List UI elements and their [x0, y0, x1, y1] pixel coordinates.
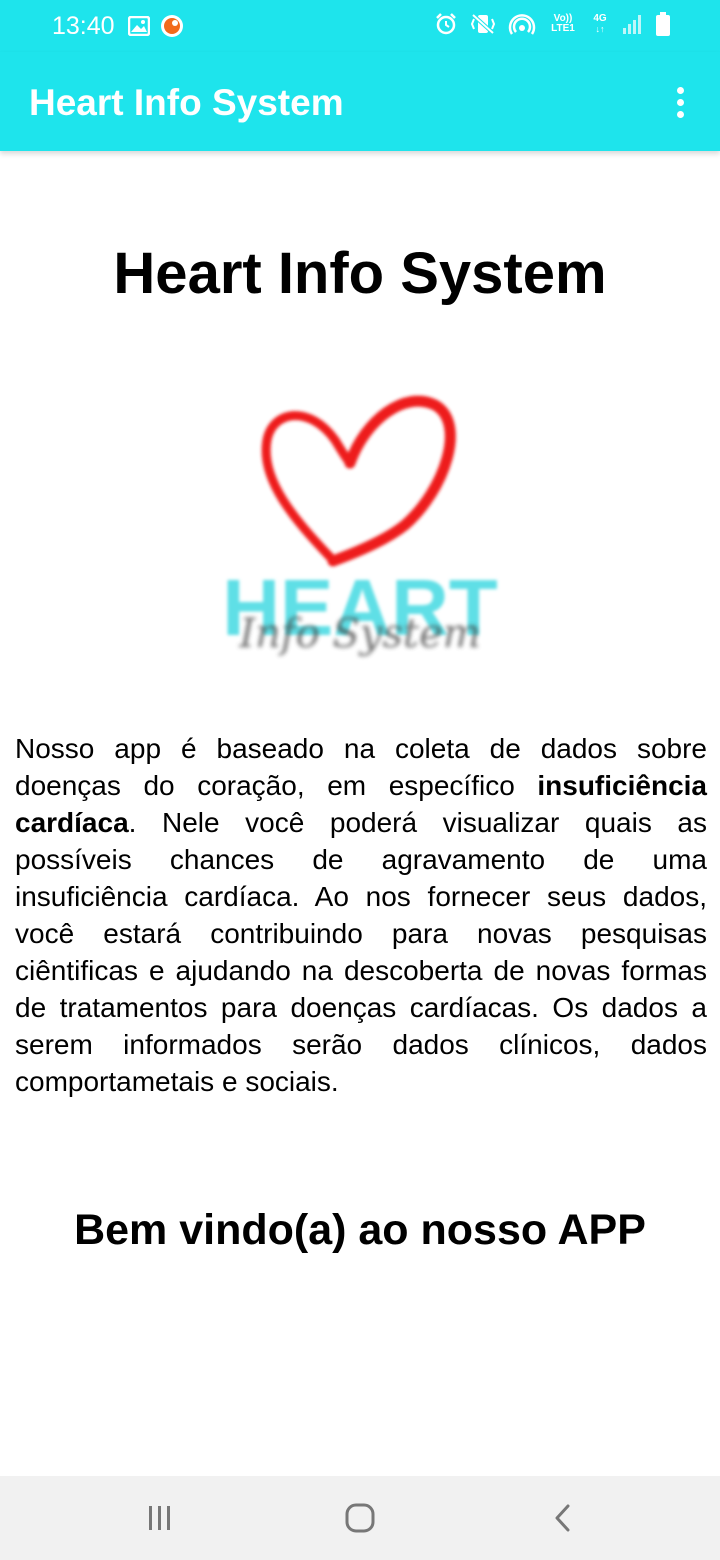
- recent-apps-icon: [149, 1506, 170, 1530]
- battery-icon: [656, 12, 670, 36]
- more-vert-icon[interactable]: [662, 80, 698, 124]
- image-icon: [128, 16, 150, 36]
- 4g-icon: 4G ↓↑: [593, 13, 607, 35]
- heart-logo: HEART Info System: [205, 385, 515, 675]
- menu-dot: [676, 86, 684, 94]
- app-bar-title: Heart Info System: [29, 82, 344, 123]
- volte-icon: Vo)) LTE1: [548, 14, 578, 34]
- app-bar: Heart Info System: [0, 52, 720, 151]
- status-time: 13:40: [52, 12, 115, 40]
- description-text-2: . Nele você poderá visualizar quais as p…: [15, 807, 707, 1097]
- heart-shape: [261, 395, 456, 567]
- back-icon: [555, 1504, 570, 1532]
- status-left-icons: [128, 14, 184, 38]
- hotspot-icon: [508, 12, 536, 36]
- system-nav-bar: [0, 1476, 720, 1560]
- menu-dot: [676, 110, 684, 118]
- welcome-message: Bem vindo(a) ao nosso APP: [74, 1206, 646, 1254]
- network-label: 4G: [593, 13, 607, 24]
- home-button[interactable]: [340, 1500, 380, 1536]
- vibrate-icon: [470, 12, 496, 36]
- menu-dot: [676, 98, 684, 106]
- status-bar: 13:40 Vo)) LTE1 4G ↓↑: [0, 0, 720, 52]
- volte-label: Vo)) LTE1: [551, 13, 575, 34]
- app-description: Nosso app é baseado na coleta de dados s…: [15, 730, 707, 1100]
- back-button[interactable]: [543, 1500, 583, 1536]
- recent-apps-button[interactable]: [140, 1500, 180, 1536]
- home-icon: [345, 1503, 375, 1533]
- signal-icon: [622, 13, 644, 35]
- logo-script: Info System: [238, 611, 480, 657]
- status-right-icons: Vo)) LTE1 4G ↓↑: [434, 12, 670, 36]
- page-title: Heart Info System: [113, 241, 607, 306]
- notification-dot-icon: [160, 14, 184, 38]
- alarm-icon: [434, 12, 458, 36]
